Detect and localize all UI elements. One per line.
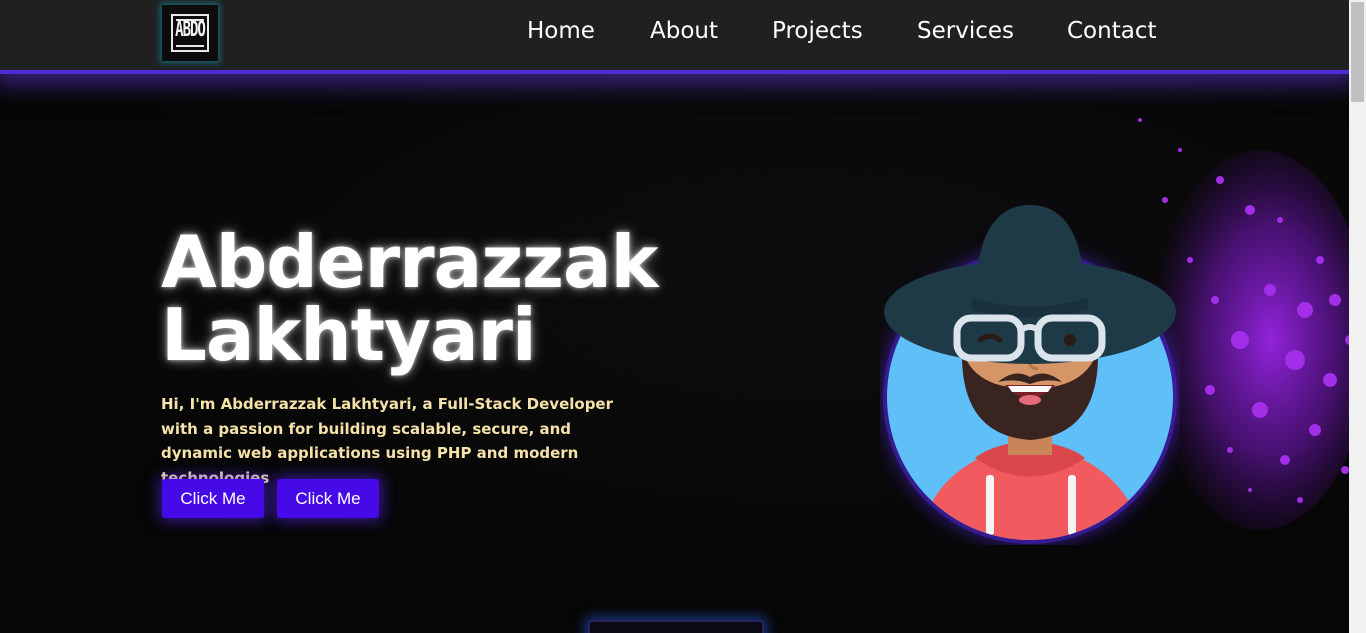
logo[interactable]: ABDO (162, 5, 218, 61)
nav-services[interactable]: Services (917, 18, 1014, 44)
hero-name-line2: Lakhtyari (161, 293, 537, 377)
logo-text: ABDO (175, 18, 206, 42)
navbar: ABDO Home About Projects Services Contac… (0, 0, 1349, 70)
page-scrollbar[interactable] (1349, 0, 1366, 633)
click-me-button-1[interactable]: Click Me (162, 479, 264, 518)
hero-description: Hi, I'm Abderrazzak Lakhtyari, a Full-St… (161, 395, 614, 487)
scroll-indicator-box (588, 620, 764, 633)
scrollbar-thumb[interactable] (1351, 2, 1364, 102)
click-me-button-2[interactable]: Click Me (277, 479, 379, 518)
nav-about[interactable]: About (650, 18, 718, 44)
hero-name: Abderrazzak Lakhtyari (161, 226, 659, 372)
avatar-illustration (883, 205, 1177, 544)
nav-projects[interactable]: Projects (772, 18, 863, 44)
hero-name-line1: Abderrazzak (161, 220, 659, 304)
nav-contact[interactable]: Contact (1067, 18, 1156, 44)
page: ABDO Home About Projects Services Contac… (0, 0, 1349, 633)
nav-home[interactable]: Home (527, 18, 595, 44)
abdo-logo-icon: ABDO (171, 14, 209, 52)
